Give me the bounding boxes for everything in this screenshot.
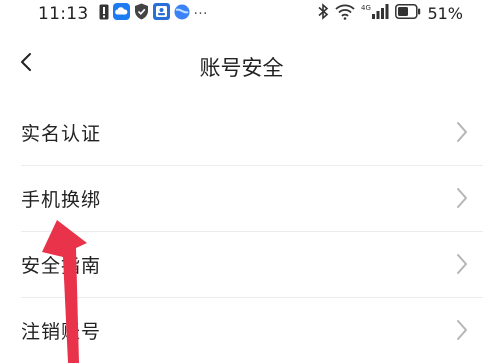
menu-item-label: 实名认证 bbox=[21, 122, 102, 145]
chevron-right-icon bbox=[455, 318, 469, 342]
menu-item-real-name-verification[interactable]: 实名认证 bbox=[0, 99, 483, 165]
menu-item-label: 安全指南 bbox=[21, 254, 102, 277]
menu-item-change-phone[interactable]: 手机换绑 bbox=[0, 165, 483, 231]
chevron-right-icon bbox=[455, 120, 469, 144]
battery-icon bbox=[395, 4, 421, 23]
menu-item-delete-account[interactable]: 注销账号 bbox=[0, 297, 483, 363]
bluetooth-icon bbox=[317, 3, 329, 24]
cellular-signal-icon: 4G bbox=[361, 3, 389, 24]
browser-app-icon bbox=[174, 4, 190, 24]
status-right: 4G 51% bbox=[317, 3, 463, 24]
status-time: 11:13 bbox=[38, 3, 89, 24]
page-title: 账号安全 bbox=[199, 56, 284, 80]
sim-alert-icon bbox=[99, 4, 109, 24]
status-bar: 11:13 ··· 4G 51% bbox=[0, 0, 483, 30]
menu-item-security-guide[interactable]: 安全指南 bbox=[0, 231, 483, 297]
wifi-icon bbox=[335, 4, 356, 24]
status-left: 11:13 ··· bbox=[38, 3, 208, 24]
more-notifications: ··· bbox=[193, 5, 208, 22]
menu-item-label: 注销账号 bbox=[21, 320, 102, 343]
menu-item-label: 手机换绑 bbox=[21, 188, 102, 211]
chevron-right-icon bbox=[455, 252, 469, 276]
shield-icon bbox=[134, 3, 149, 24]
notification-icons: ··· bbox=[99, 3, 208, 24]
navigation-bar: 账号安全 bbox=[0, 40, 483, 92]
battery-percent: 51% bbox=[427, 4, 463, 23]
chevron-right-icon bbox=[455, 186, 469, 210]
network-type-label: 4G bbox=[361, 4, 371, 12]
cloud-app-icon bbox=[112, 3, 130, 24]
account-security-menu: 实名认证 手机换绑 安全指南 注销账号 bbox=[0, 99, 483, 363]
photo-app-icon bbox=[152, 3, 170, 24]
